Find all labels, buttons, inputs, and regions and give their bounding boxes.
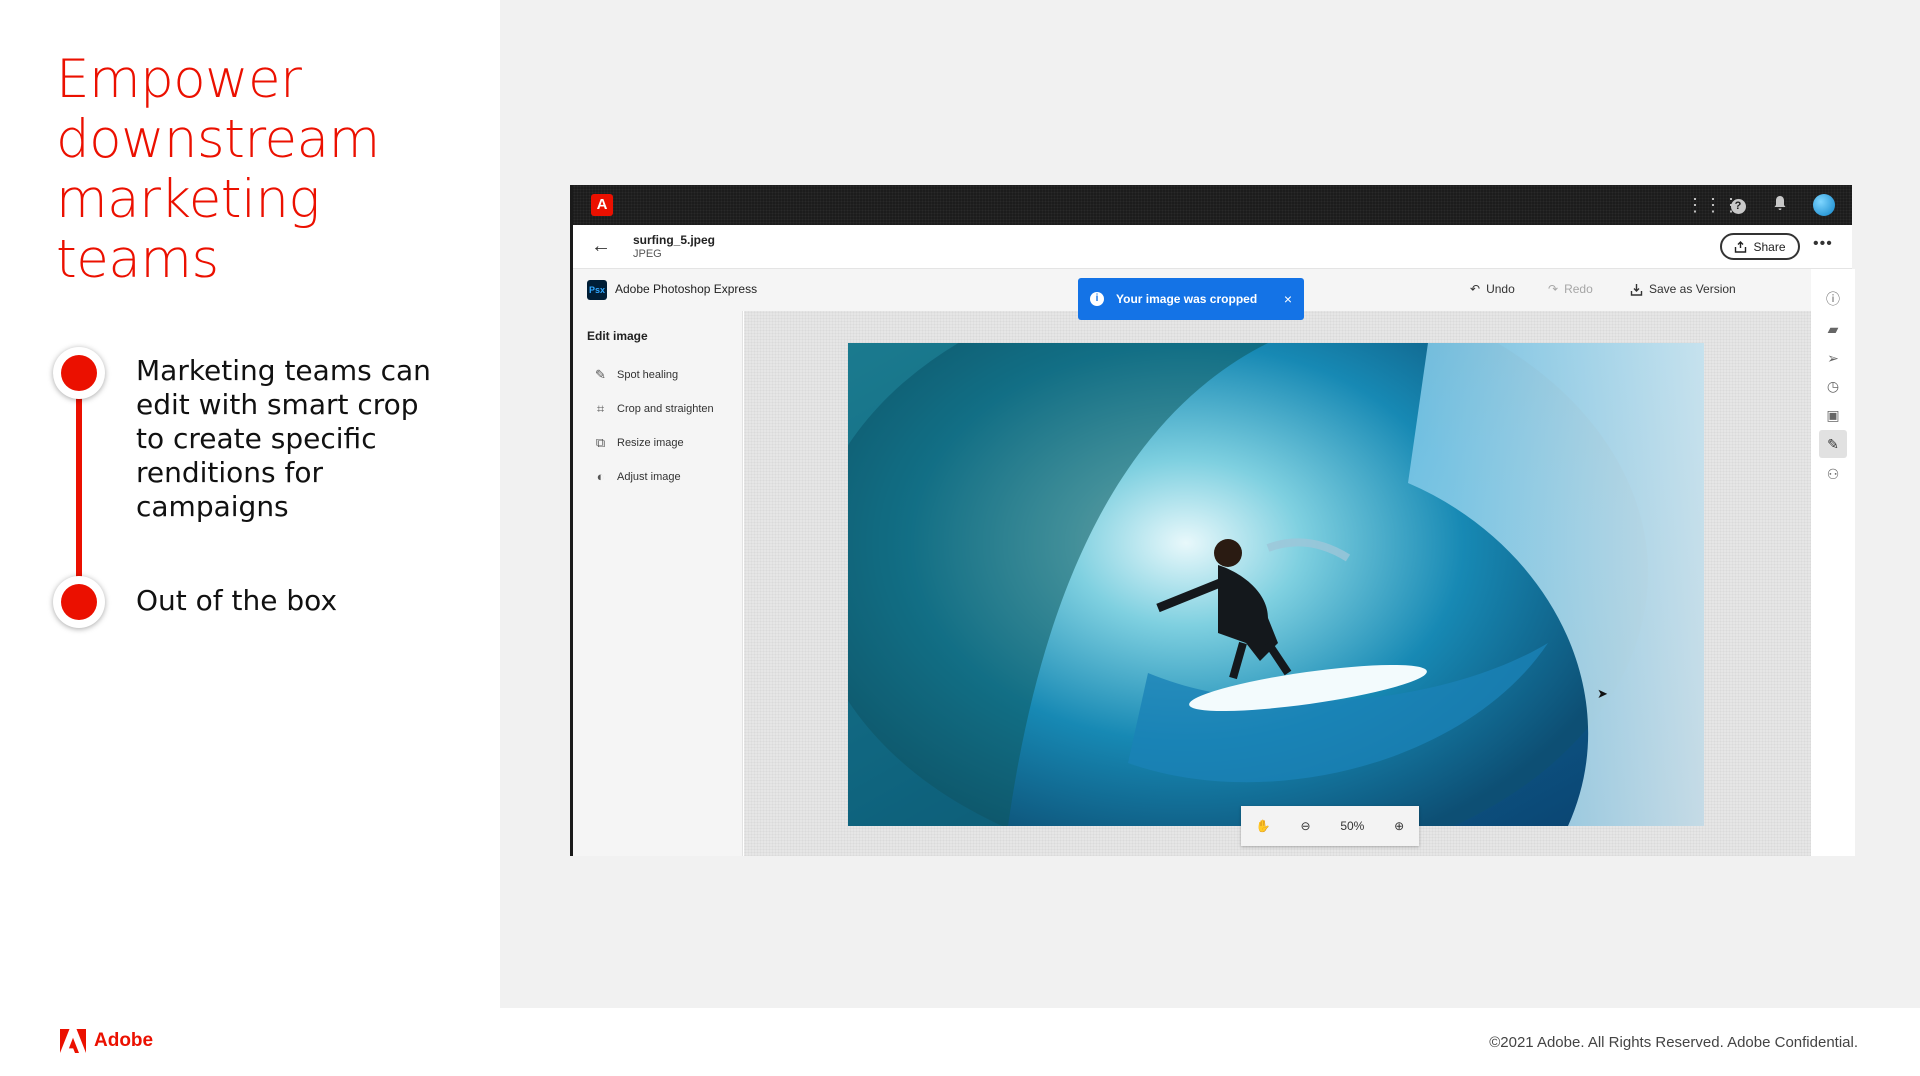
undo-label: Undo bbox=[1486, 282, 1515, 296]
help-icon[interactable]: ? bbox=[1728, 195, 1748, 215]
psx-logo-icon: Psx bbox=[587, 280, 607, 300]
zoom-level: 50% bbox=[1340, 819, 1365, 833]
send-icon[interactable]: ➢ bbox=[1823, 348, 1843, 368]
adobe-brand: Adobe bbox=[60, 1029, 153, 1053]
adjust-icon: ◐ bbox=[596, 469, 605, 484]
sidebar-item-label: Crop and straighten bbox=[617, 402, 714, 415]
adobe-app-logo[interactable]: A bbox=[591, 194, 613, 216]
mouse-cursor-icon: ➤ bbox=[1597, 686, 1608, 701]
file-type: JPEG bbox=[633, 248, 662, 260]
zoom-toolbar: ✋ ⊖ 50% ⊕ bbox=[1241, 806, 1419, 846]
sidebar-title: Edit image bbox=[587, 329, 648, 343]
slide-title: Empower downstream marketing teams bbox=[56, 49, 380, 290]
hand-icon[interactable]: ✋ bbox=[1256, 819, 1271, 833]
share-icon bbox=[1735, 240, 1747, 253]
photoshop-express-window: A ⋮⋮⋮ ? ← surfing_5.jpeg JPEG Share ••• … bbox=[570, 185, 1855, 856]
close-icon[interactable]: × bbox=[1284, 291, 1292, 307]
resize-icon: ⧉ bbox=[595, 435, 606, 450]
sidebar-item-label: Spot healing bbox=[617, 368, 679, 381]
zoom-out-icon[interactable]: ⊖ bbox=[1301, 819, 1311, 833]
timeline-bullet-1 bbox=[53, 347, 105, 399]
sidebar-item-label: Resize image bbox=[617, 436, 684, 449]
adobe-logo-icon bbox=[60, 1029, 86, 1053]
sidebar-item-adjust[interactable]: ◐ Adjust image bbox=[593, 469, 681, 484]
sidebar-item-crop[interactable]: ⌗ Crop and straighten bbox=[593, 401, 714, 416]
share-label: Share bbox=[1753, 239, 1786, 254]
bullet-text-2: Out of the box bbox=[136, 584, 338, 617]
sidebar-item-label: Adjust image bbox=[617, 470, 681, 483]
save-as-version-label: Save as Version bbox=[1649, 282, 1736, 296]
timeline-line bbox=[76, 370, 82, 602]
slide-left-panel: Empower downstream marketing teams Marke… bbox=[0, 0, 500, 1008]
timeline-bullet-2 bbox=[53, 576, 105, 628]
history-icon[interactable]: ◷ bbox=[1823, 376, 1843, 396]
info-icon: i bbox=[1090, 292, 1104, 306]
bullet-text-1: Marketing teams can edit with smart crop… bbox=[136, 354, 431, 523]
avatar[interactable] bbox=[1813, 194, 1835, 216]
bell-icon[interactable] bbox=[1770, 195, 1790, 215]
crop-toast: i Your image was cropped × bbox=[1078, 278, 1304, 320]
product-name: Adobe Photoshop Express bbox=[615, 282, 758, 296]
save-as-version-button[interactable]: Save as Version bbox=[1630, 282, 1736, 296]
surfing-photo[interactable] bbox=[848, 343, 1704, 826]
edit-icon[interactable]: ✎ bbox=[1819, 430, 1847, 458]
right-rail: ⓘ ▰ ➢ ◷ ▣ ✎ ⚇ bbox=[1811, 269, 1855, 856]
comment-icon[interactable]: ▰ bbox=[1823, 319, 1843, 339]
back-arrow-icon[interactable]: ← bbox=[591, 235, 611, 258]
redo-button[interactable]: ↷ Redo bbox=[1548, 282, 1593, 296]
grid-icon[interactable]: ⋮⋮⋮ bbox=[1686, 195, 1740, 215]
edit-sidebar: Edit image ✎ Spot healing ⌗ Crop and str… bbox=[573, 311, 743, 856]
info-icon[interactable]: ⓘ bbox=[1823, 289, 1843, 309]
image-canvas[interactable]: ➤ ✋ ⊖ 50% ⊕ bbox=[744, 311, 1811, 856]
file-name: surfing_5.jpeg bbox=[633, 233, 716, 247]
bandage-icon: ✎ bbox=[595, 367, 606, 382]
undo-icon: ↶ bbox=[1470, 282, 1481, 296]
copyright-text: ©2021 Adobe. All Rights Reserved. Adobe … bbox=[1489, 1034, 1858, 1051]
redo-label: Redo bbox=[1564, 282, 1593, 296]
zoom-in-icon[interactable]: ⊕ bbox=[1394, 819, 1404, 833]
sidebar-item-resize[interactable]: ⧉ Resize image bbox=[593, 435, 684, 450]
app-topbar: A ⋮⋮⋮ ? bbox=[573, 185, 1852, 225]
crop-icon: ⌗ bbox=[596, 401, 605, 416]
person-icon[interactable]: ⚇ bbox=[1823, 464, 1843, 484]
toast-message: Your image was cropped bbox=[1116, 292, 1258, 306]
adobe-wordmark: Adobe bbox=[94, 1030, 154, 1051]
file-header: ← surfing_5.jpeg JPEG Share ••• bbox=[573, 225, 1852, 269]
redo-icon: ↷ bbox=[1548, 282, 1559, 296]
share-button[interactable]: Share bbox=[1720, 233, 1800, 260]
save-icon bbox=[1630, 283, 1643, 296]
sidebar-item-spot-healing[interactable]: ✎ Spot healing bbox=[593, 367, 678, 382]
more-options-button[interactable]: ••• bbox=[1813, 235, 1833, 253]
undo-button[interactable]: ↶ Undo bbox=[1470, 282, 1515, 296]
image-icon[interactable]: ▣ bbox=[1823, 405, 1843, 425]
